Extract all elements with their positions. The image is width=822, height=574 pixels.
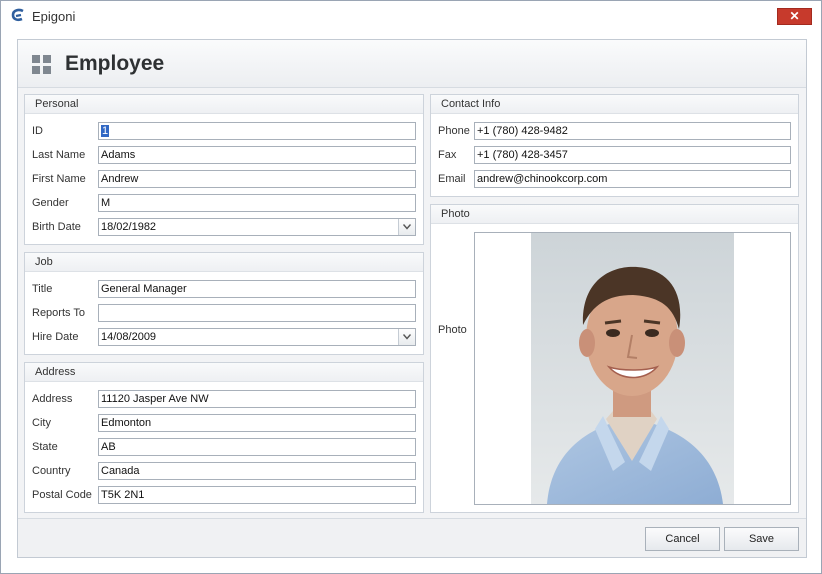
reports-to-label: Reports To <box>32 307 85 319</box>
contact-info-caption: Contact Info <box>431 95 798 114</box>
title-bar: Epigoni ✕ <box>1 1 821 31</box>
hire-date-value: 14/08/2009 <box>101 331 157 343</box>
postal-code-label: Postal Code <box>32 489 92 501</box>
close-icon: ✕ <box>789 9 800 23</box>
country-field[interactable]: Canada <box>98 462 416 480</box>
email-label: Email <box>438 173 466 185</box>
phone-label: Phone <box>438 125 470 137</box>
employee-photo <box>531 233 734 504</box>
photo-label: Photo <box>438 324 467 336</box>
last-name-field[interactable]: Adams <box>98 146 416 164</box>
gender-label: Gender <box>32 197 69 209</box>
phone-field[interactable]: +1 (780) 428-9482 <box>474 122 791 140</box>
window-title: Epigoni <box>32 9 76 24</box>
id-field[interactable]: 1 <box>98 122 416 140</box>
birth-date-dropdown-button[interactable] <box>398 219 415 235</box>
hire-date-dropdown-button[interactable] <box>398 329 415 345</box>
title-field[interactable]: General Manager <box>98 280 416 298</box>
page-title: Employee <box>65 52 165 75</box>
state-label: State <box>32 441 58 453</box>
postal-code-field[interactable]: T5K 2N1 <box>98 486 416 504</box>
photo-field[interactable] <box>474 232 791 505</box>
cancel-button[interactable]: Cancel <box>645 527 720 551</box>
email-field[interactable]: andrew@chinookcorp.com <box>474 170 791 188</box>
city-field[interactable]: Edmonton <box>98 414 416 432</box>
hire-date-label: Hire Date <box>32 331 79 343</box>
birth-date-field[interactable]: 18/02/1982 <box>98 218 416 236</box>
job-caption: Job <box>25 253 423 272</box>
state-field[interactable]: AB <box>98 438 416 456</box>
chevron-down-icon <box>403 224 411 230</box>
job-group: Job Title General Manager Reports To Hir… <box>24 252 424 355</box>
app-window: Epigoni ✕ Employee Personal ID 1 Last Na… <box>0 0 822 574</box>
chevron-down-icon <box>403 334 411 340</box>
address-label: Address <box>32 393 73 405</box>
id-label: ID <box>32 125 43 137</box>
birth-date-value: 18/02/1982 <box>101 221 157 233</box>
reports-to-field[interactable] <box>98 304 416 322</box>
hire-date-field[interactable]: 14/08/2009 <box>98 328 416 346</box>
city-label: City <box>32 417 51 429</box>
contact-info-group: Contact Info Phone +1 (780) 428-9482 Fax… <box>430 94 799 197</box>
birth-date-label: Birth Date <box>32 221 81 233</box>
country-label: Country <box>32 465 71 477</box>
form-footer: Cancel Save <box>18 518 806 557</box>
personal-caption: Personal <box>25 95 423 114</box>
save-button[interactable]: Save <box>724 527 799 551</box>
grid-icon <box>32 55 51 74</box>
title-label: Title <box>32 283 53 295</box>
first-name-label: First Name <box>32 173 86 185</box>
app-logo-icon <box>11 8 24 22</box>
fax-field[interactable]: +1 (780) 428-3457 <box>474 146 791 164</box>
last-name-label: Last Name <box>32 149 86 161</box>
first-name-field[interactable]: Andrew <box>98 170 416 188</box>
gender-field[interactable]: M <box>98 194 416 212</box>
employee-form: Employee Personal ID 1 Last Name Adams F… <box>17 39 807 558</box>
photo-caption: Photo <box>431 205 798 224</box>
address-field[interactable]: 11120 Jasper Ave NW <box>98 390 416 408</box>
fax-label: Fax <box>438 149 457 161</box>
form-header: Employee <box>18 40 806 88</box>
personal-group: Personal ID 1 Last Name Adams First Name… <box>24 94 424 245</box>
address-caption: Address <box>25 363 423 382</box>
close-button[interactable]: ✕ <box>777 8 812 25</box>
address-group: Address Address 11120 Jasper Ave NW City… <box>24 362 424 513</box>
photo-group: Photo Photo <box>430 204 799 513</box>
id-value: 1 <box>101 125 110 137</box>
